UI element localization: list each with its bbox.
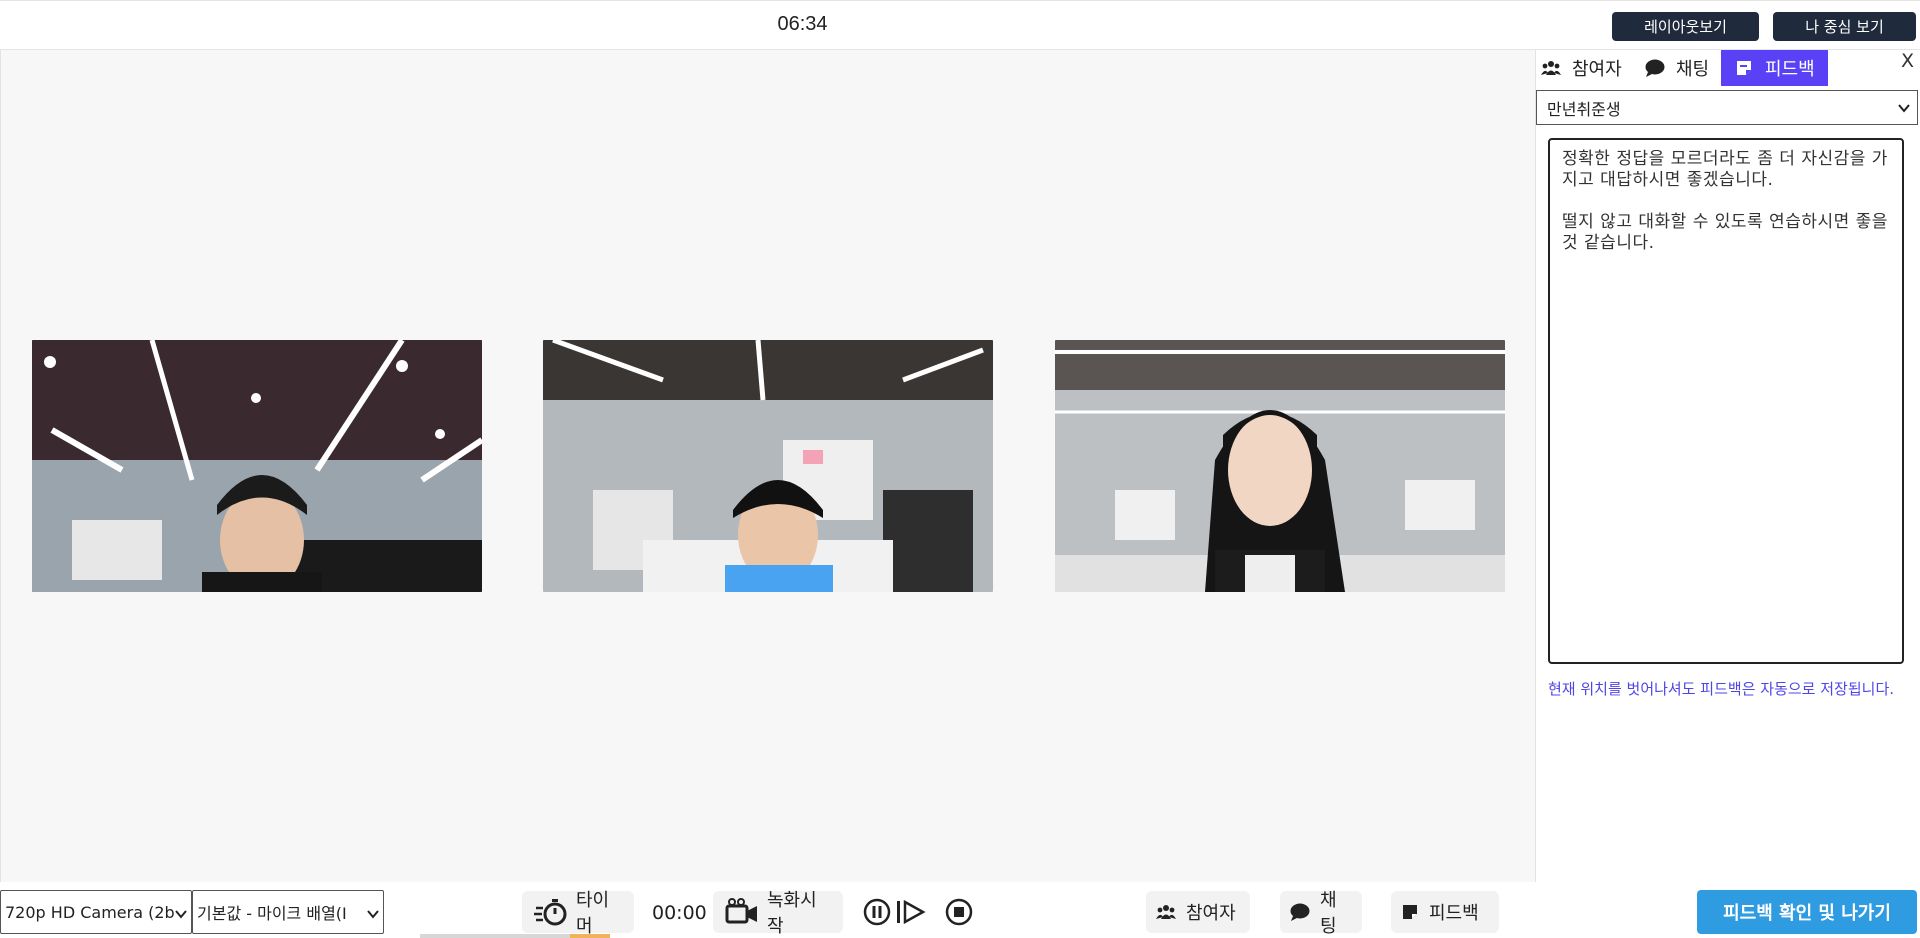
chevron-down-icon	[367, 905, 379, 924]
timer-button[interactable]: 타이머	[522, 890, 634, 937]
video-tile-participant-2[interactable]	[543, 340, 993, 592]
bottom-divider-accent	[570, 934, 610, 938]
resume-button[interactable]	[895, 898, 929, 928]
timer-value: 00:00	[652, 902, 707, 924]
camera-select-value: 720p HD Camera (2b7	[5, 902, 185, 922]
chat-button-label: 채팅	[1320, 890, 1337, 937]
participants-icon	[1156, 904, 1176, 920]
feedback-textarea[interactable]: 정확한 정답을 모르더라도 좀 더 자신감을 가지고 대답하시면 좋겠습니다. …	[1548, 138, 1904, 664]
confirm-feedback-exit-button[interactable]: 피드백 확인 및 나가기	[1697, 890, 1917, 934]
tab-participants-label: 참여자	[1572, 59, 1622, 80]
chevron-down-icon	[1897, 100, 1911, 119]
pause-icon	[863, 898, 891, 926]
side-panel-tabs: 참여자 채팅 피드백 X	[1536, 50, 1920, 86]
participants-icon	[1540, 57, 1562, 79]
microphone-select[interactable]: 기본값 - 마이크 배열(I	[192, 890, 384, 934]
timer-label: 타이머	[576, 890, 610, 937]
feedback-button[interactable]: 피드백	[1391, 891, 1499, 933]
video-tile-participant-3[interactable]	[1055, 340, 1505, 592]
pause-button[interactable]	[863, 898, 893, 928]
side-panel: 참여자 채팅 피드백 X 만년취준생 정확한 정답을 모르더라도 좀 더 자신감…	[1536, 50, 1920, 882]
session-clock: 06:34	[777, 13, 828, 35]
video-tile-participant-1[interactable]	[32, 340, 482, 592]
bottom-toolbar: 720p HD Camera (2b7 기본값 - 마이크 배열(I 타이머 0…	[0, 882, 1920, 938]
self-focus-view-button[interactable]: 나 중심 보기	[1773, 12, 1916, 41]
chat-icon	[1644, 57, 1666, 79]
chat-button[interactable]: 채팅	[1280, 890, 1362, 937]
video-frame-3	[1055, 340, 1505, 592]
record-button[interactable]: 녹화시작	[713, 890, 843, 937]
layout-view-button[interactable]: 레이아웃보기	[1612, 12, 1759, 41]
video-frame-2	[543, 340, 993, 592]
stop-button[interactable]	[945, 898, 975, 928]
resume-icon	[897, 899, 926, 925]
autosave-note: 현재 위치를 벗어나셔도 피드백은 자동으로 저장됩니다.	[1548, 680, 1895, 698]
feedback-icon	[1733, 57, 1755, 79]
chat-icon	[1290, 903, 1310, 921]
tab-feedback-label: 피드백	[1765, 59, 1815, 80]
feedback-button-label: 피드백	[1429, 903, 1479, 924]
stopwatch-icon	[534, 898, 568, 926]
top-bar: 06:34 레이아웃보기 나 중심 보기	[0, 0, 1920, 50]
camera-select[interactable]: 720p HD Camera (2b7	[0, 890, 192, 934]
microphone-select-value: 기본값 - 마이크 배열(I	[197, 904, 347, 923]
video-stage	[0, 50, 1536, 882]
participant-select-value: 만년취준생	[1547, 99, 1621, 119]
tab-participants[interactable]: 참여자	[1540, 50, 1650, 86]
tab-feedback[interactable]: 피드백	[1721, 50, 1828, 86]
video-frame-1	[32, 340, 482, 592]
feedback-icon	[1401, 903, 1419, 921]
tab-chat-label: 채팅	[1676, 59, 1710, 80]
participant-select[interactable]: 만년취준생	[1536, 90, 1918, 125]
participants-button[interactable]: 참여자	[1146, 891, 1250, 933]
chevron-down-icon	[175, 905, 187, 924]
video-camera-icon	[725, 898, 759, 926]
close-panel-button[interactable]: X	[1901, 50, 1914, 72]
stop-icon	[945, 898, 973, 926]
participants-button-label: 참여자	[1186, 903, 1236, 924]
record-label: 녹화시작	[767, 890, 817, 937]
